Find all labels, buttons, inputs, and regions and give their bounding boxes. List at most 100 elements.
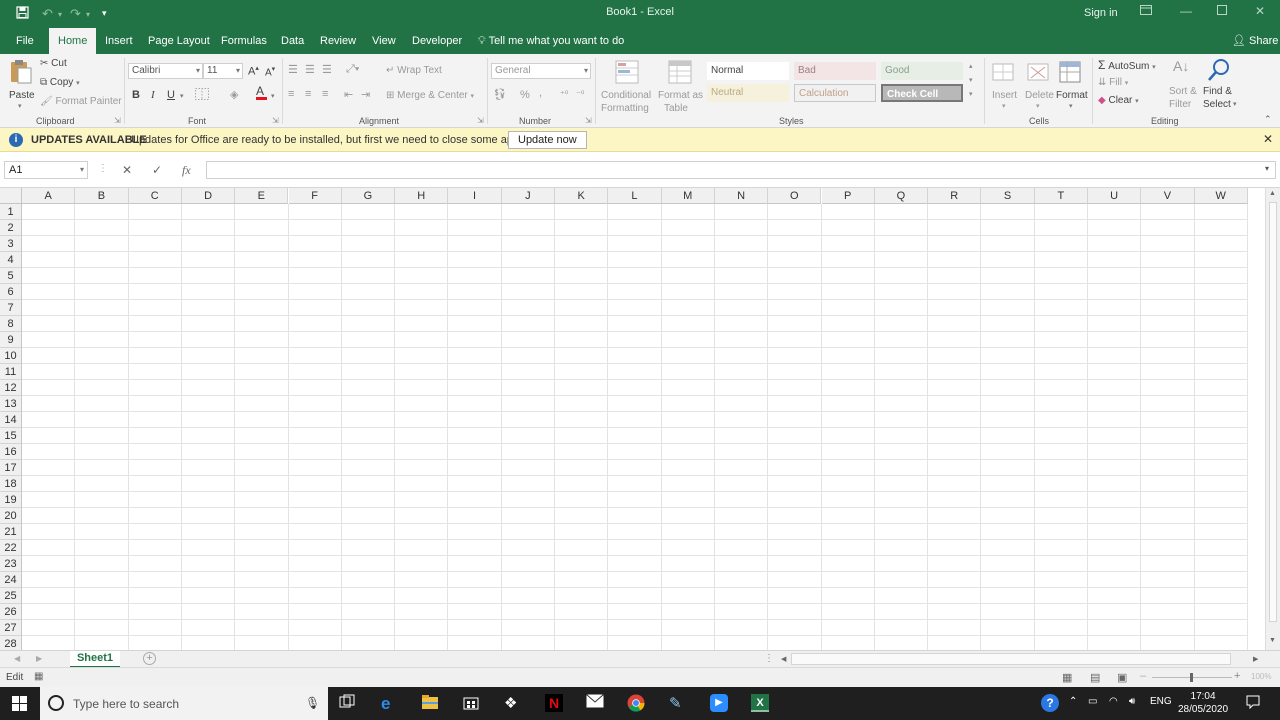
styles-scroll-down-icon[interactable]: ▾ (969, 76, 973, 84)
comma-style-icon[interactable]: , (539, 87, 542, 99)
page-layout-view-icon[interactable]: ▤ (1090, 671, 1100, 684)
insert-cells-button[interactable]: Insert ▾ (990, 58, 1020, 114)
increase-decimal-icon[interactable]: ⁺⁰ (560, 89, 568, 100)
row-header[interactable]: 23 (0, 556, 22, 572)
row-header[interactable]: 15 (0, 428, 22, 444)
notepad-icon[interactable]: ✎ (669, 694, 687, 712)
wrap-text-button[interactable]: ↵ Wrap Text (386, 65, 442, 76)
fill-button[interactable]: ⇊ Fill ▾ (1098, 77, 1128, 88)
styles-scroll-up-icon[interactable]: ▴ (969, 62, 973, 70)
zoom-out-icon[interactable]: – (1140, 670, 1146, 682)
row-header[interactable]: 7 (0, 300, 22, 316)
enter-check-icon[interactable]: ✓ (152, 163, 162, 177)
help-icon[interactable]: ? (1041, 694, 1059, 712)
increase-indent-icon[interactable]: ⇥ (361, 88, 370, 101)
row-header[interactable]: 6 (0, 284, 22, 300)
accounting-format-icon[interactable]: 💱︎ (493, 88, 507, 101)
task-view-icon[interactable] (339, 694, 357, 712)
formula-input[interactable] (206, 161, 1276, 179)
row-header[interactable]: 21 (0, 524, 22, 540)
row-header[interactable]: 9 (0, 332, 22, 348)
tab-insert[interactable]: Insert (96, 28, 142, 54)
zoom-level[interactable]: 100% (1251, 672, 1271, 681)
middle-align-icon[interactable]: ☰ (305, 63, 315, 76)
network-icon[interactable]: ◠ (1109, 696, 1118, 707)
vertical-scrollbar[interactable]: ▲ ▼ (1265, 188, 1280, 650)
number-launcher-icon[interactable]: ⇲ (585, 116, 592, 125)
column-header[interactable]: V (1141, 188, 1195, 204)
close-icon[interactable]: ✕ (1263, 132, 1273, 146)
row-header[interactable]: 3 (0, 236, 22, 252)
delete-cells-button[interactable]: Delete ▾ (1023, 58, 1055, 114)
taskbar-search-box[interactable]: Type here to search 🎙︎ (40, 687, 328, 720)
conditional-formatting-button[interactable]: Conditional Formatting (601, 58, 655, 114)
row-header[interactable]: 1 (0, 204, 22, 220)
top-align-icon[interactable]: ☰ (288, 63, 298, 76)
font-name-select[interactable]: Calibri ▾ (128, 63, 203, 79)
show-hidden-icons-icon[interactable]: ⌃ (1069, 696, 1077, 707)
clear-button[interactable]: ◆ Clear ▾ (1098, 95, 1139, 106)
tab-page-layout[interactable]: Page Layout (139, 28, 219, 54)
row-header[interactable]: 14 (0, 412, 22, 428)
minimize-icon[interactable]: — (1176, 4, 1196, 22)
row-header[interactable]: 17 (0, 460, 22, 476)
column-header[interactable]: D (181, 188, 236, 204)
column-header[interactable]: I (448, 188, 502, 204)
column-header[interactable]: M (661, 188, 715, 204)
bottom-align-icon[interactable]: ☰ (322, 63, 332, 76)
collapse-ribbon-icon[interactable]: ⌃ (1264, 114, 1272, 125)
tab-formulas[interactable]: Formulas (212, 28, 276, 54)
borders-icon[interactable] (195, 88, 209, 103)
copy-button[interactable]: ⧉ Copy ▾ (40, 77, 80, 88)
column-header[interactable]: P (821, 188, 875, 204)
scroll-right-icon[interactable]: ▶ (1253, 655, 1258, 663)
ribbon-display-options-icon[interactable] (1136, 4, 1156, 22)
row-header[interactable]: 11 (0, 364, 22, 380)
row-header[interactable]: 22 (0, 540, 22, 556)
more-options-icon[interactable]: ⋮ (98, 163, 108, 174)
select-all-corner[interactable] (0, 188, 22, 204)
mail-icon[interactable] (586, 694, 604, 712)
volume-icon[interactable]: 🔊︎ (1129, 696, 1135, 707)
decrease-font-size-icon[interactable]: A▾ (265, 65, 275, 78)
column-header[interactable]: T (1034, 188, 1088, 204)
column-header[interactable]: E (235, 188, 289, 204)
row-header[interactable]: 10 (0, 348, 22, 364)
excel-taskbar-icon[interactable]: X (751, 694, 769, 712)
style-normal[interactable]: Normal (707, 62, 789, 80)
row-header[interactable]: 13 (0, 396, 22, 412)
clipboard-launcher-icon[interactable]: ⇲ (114, 116, 121, 125)
netflix-icon[interactable]: N (545, 694, 563, 712)
bold-button[interactable]: B (132, 89, 140, 101)
italic-button[interactable]: I (151, 89, 155, 101)
font-launcher-icon[interactable]: ⇲ (272, 116, 279, 125)
column-header[interactable]: L (608, 188, 662, 204)
dropbox-icon[interactable]: ❖ (504, 694, 522, 712)
close-icon[interactable]: ✕ (1250, 4, 1270, 22)
style-bad[interactable]: Bad (794, 62, 876, 80)
normal-view-icon[interactable]: ▦ (1062, 671, 1072, 684)
column-header[interactable]: U (1088, 188, 1142, 204)
vertical-scroll-thumb[interactable] (1269, 202, 1277, 622)
zoom-slider[interactable] (1152, 673, 1232, 682)
file-explorer-icon[interactable] (421, 694, 439, 712)
align-left-icon[interactable]: ≡ (288, 88, 294, 100)
style-good[interactable]: Good (881, 62, 963, 80)
column-header[interactable]: H (395, 188, 449, 204)
sort-filter-button[interactable]: A↓ Sort & Filter (1167, 58, 1201, 114)
column-header[interactable]: O (768, 188, 822, 204)
next-sheet-icon[interactable]: ▶ (36, 654, 42, 663)
maximize-icon[interactable] (1212, 4, 1232, 22)
row-header[interactable]: 2 (0, 220, 22, 236)
format-painter-button[interactable]: 🖌︎ Format Painter (40, 96, 122, 107)
increase-font-size-icon[interactable]: A▴ (248, 64, 259, 78)
notifications-icon[interactable] (1246, 695, 1260, 712)
page-break-view-icon[interactable]: ▣ (1117, 671, 1127, 684)
style-check-cell[interactable]: Check Cell (881, 84, 963, 102)
paste-button[interactable]: Paste ▾ (8, 58, 35, 114)
row-header[interactable]: 12 (0, 380, 22, 396)
row-header[interactable]: 28 (0, 636, 22, 650)
column-header[interactable]: Q (874, 188, 929, 204)
row-header[interactable]: 25 (0, 588, 22, 604)
column-header[interactable]: S (981, 188, 1035, 204)
